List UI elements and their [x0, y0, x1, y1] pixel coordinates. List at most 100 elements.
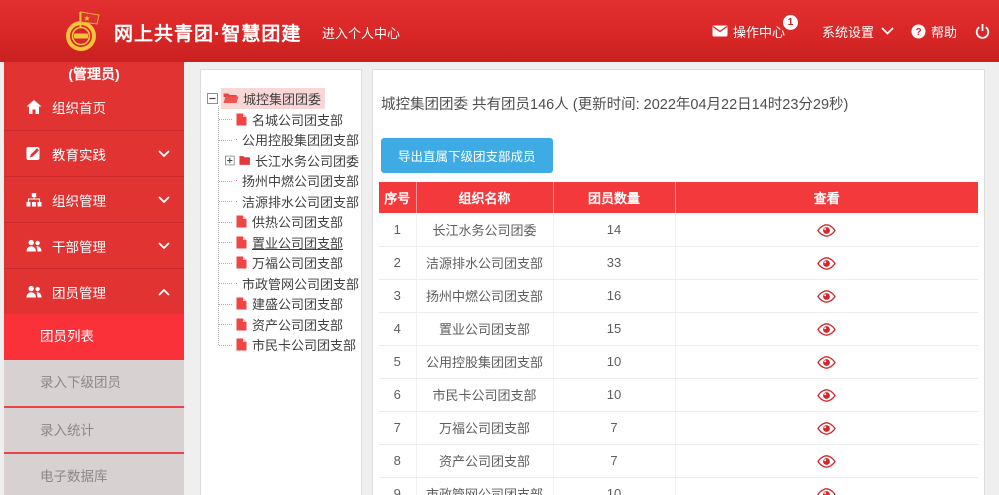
tree-node[interactable]: 置业公司团支部: [212, 232, 359, 253]
row-member-count: 7: [553, 444, 675, 477]
sidebar-nav: (管理员) 组织首页 教育实践 组织管理 干部管理 团员管理 团员列表: [4, 62, 184, 495]
row-org-name: 市民卡公司团支部: [416, 378, 553, 411]
row-org-name: 长江水务公司团委: [416, 213, 553, 246]
member-org-table: 序号 组织名称 团员数量 查看 1 长江水务公司团委 14 2 洁源排水公司团支…: [379, 182, 978, 495]
power-icon: [974, 23, 991, 40]
file-icon: [236, 113, 247, 126]
users-icon: [26, 285, 43, 298]
submenu-item-entry-statistics[interactable]: 录入统计: [4, 406, 184, 452]
row-member-count: 33: [553, 246, 675, 279]
role-label: (管理员): [4, 62, 184, 84]
tree-node-root[interactable]: 城控集团团委: [207, 87, 359, 109]
col-header-org-name: 组织名称: [416, 182, 553, 213]
table-row: 8 资产公司团支部 7: [379, 444, 978, 477]
tree-node[interactable]: 市民卡公司团支部: [212, 335, 359, 356]
row-no: 6: [379, 378, 416, 411]
sidebar-item-cadre-management[interactable]: 干部管理: [4, 222, 184, 268]
org-summary-title: 城控集团团委 共有团员146人 (更新时间: 2022年04月22日14时23分…: [381, 93, 978, 114]
table-row: 2 洁源排水公司团支部 33: [379, 246, 978, 279]
row-no: 5: [379, 345, 416, 378]
submenu-item-electronic-database[interactable]: 电子数据库: [4, 452, 184, 495]
export-members-button[interactable]: 导出直属下级团支部成员: [381, 138, 553, 173]
row-no: 9: [379, 477, 416, 495]
view-eye-icon[interactable]: [817, 455, 836, 468]
view-eye-icon[interactable]: [817, 257, 836, 270]
table-row: 1 长江水务公司团委 14: [379, 213, 978, 246]
view-eye-icon[interactable]: [817, 290, 836, 303]
row-no: 2: [379, 246, 416, 279]
row-no: 1: [379, 213, 416, 246]
tree-node[interactable]: 扬州中燃公司团支部: [212, 171, 359, 192]
league-emblem-logo: ★: [58, 8, 104, 54]
submenu-item-enter-subordinate-members[interactable]: 录入下级团员: [4, 360, 184, 406]
view-eye-icon[interactable]: [817, 323, 836, 336]
folder-icon: [239, 155, 250, 166]
home-icon: [26, 100, 43, 114]
row-no: 4: [379, 312, 416, 345]
system-settings-button[interactable]: 系统设置: [822, 22, 894, 41]
action-center-button[interactable]: 操作中心 1: [712, 22, 805, 41]
tree-node[interactable]: 万福公司团支部: [212, 253, 359, 274]
row-member-count: 7: [553, 411, 675, 444]
row-member-count: 14: [553, 213, 675, 246]
file-icon: [236, 297, 247, 310]
system-settings-label: 系统设置: [822, 22, 874, 41]
row-org-name: 万福公司团支部: [416, 411, 553, 444]
file-icon: [236, 277, 237, 290]
view-eye-icon[interactable]: [817, 422, 836, 435]
tree-node[interactable]: 建盛公司团支部: [212, 294, 359, 315]
file-icon: [236, 338, 247, 351]
chevron-down-icon: [158, 150, 170, 158]
submenu-item-member-list[interactable]: 团员列表: [4, 314, 184, 360]
row-member-count: 10: [553, 345, 675, 378]
table-row: 5 公用控股集团团支部 10: [379, 345, 978, 378]
help-button[interactable]: ? 帮助: [911, 22, 957, 41]
tree-node[interactable]: 长江水务公司团委: [212, 150, 359, 171]
tree-node[interactable]: 市政管网公司团支部: [212, 273, 359, 294]
header-toolbar: 操作中心 1 系统设置 ? 帮助: [712, 0, 991, 62]
row-member-count: 10: [553, 378, 675, 411]
tree-node[interactable]: 名城公司团支部: [212, 109, 359, 130]
file-icon: [236, 195, 237, 208]
table-row: 4 置业公司团支部 15: [379, 312, 978, 345]
table-row: 7 万福公司团支部 7: [379, 411, 978, 444]
row-org-name: 市政管网公司团支部: [416, 477, 553, 495]
svg-text:★: ★: [83, 14, 90, 23]
sidebar-item-org-home[interactable]: 组织首页: [4, 84, 184, 130]
enter-personal-center-link[interactable]: 进入个人中心: [322, 23, 400, 42]
tree-node[interactable]: 供热公司团支部: [212, 212, 359, 233]
sidebar-item-member-management[interactable]: 团员管理: [4, 268, 184, 314]
view-eye-icon[interactable]: [817, 224, 836, 237]
view-eye-icon[interactable]: [817, 488, 836, 495]
tree-node[interactable]: 公用控股集团团支部: [212, 130, 359, 151]
chevron-down-icon: [158, 196, 170, 204]
collapse-box-icon[interactable]: [207, 93, 218, 104]
tree-node[interactable]: 资产公司团支部: [212, 314, 359, 335]
selected-node-highlight: 城控集团团委: [221, 88, 325, 109]
sidebar-item-label: 教育实践: [52, 144, 158, 164]
users-icon: [26, 239, 43, 252]
row-no: 7: [379, 411, 416, 444]
logout-button[interactable]: [974, 23, 991, 40]
file-icon: [236, 256, 247, 269]
folder-open-icon: [223, 92, 239, 104]
edit-icon: [26, 146, 43, 161]
sitemap-icon: [26, 193, 43, 207]
row-member-count: 10: [553, 477, 675, 495]
file-icon: [236, 174, 237, 187]
notification-badge: 1: [783, 15, 798, 30]
file-icon: [236, 318, 247, 331]
file-icon: [236, 236, 247, 249]
expand-box-icon[interactable]: [225, 155, 235, 166]
sidebar-item-label: 干部管理: [52, 236, 158, 256]
view-eye-icon[interactable]: [817, 389, 836, 402]
app-title: 网上共青团·智慧团建: [114, 19, 301, 46]
row-org-name: 公用控股集团团支部: [416, 345, 553, 378]
top-header: ★ 网上共青团·智慧团建 进入个人中心 操作中心 1 系统设置 ? 帮助: [0, 0, 999, 62]
sidebar-item-org-management[interactable]: 组织管理: [4, 176, 184, 222]
main-content-panel: 城控集团团委 共有团员146人 (更新时间: 2022年04月22日14时23分…: [372, 69, 985, 495]
tree-node[interactable]: 洁源排水公司团支部: [212, 191, 359, 212]
view-eye-icon[interactable]: [817, 356, 836, 369]
sidebar-item-education[interactable]: 教育实践: [4, 130, 184, 176]
file-icon: [236, 133, 237, 146]
